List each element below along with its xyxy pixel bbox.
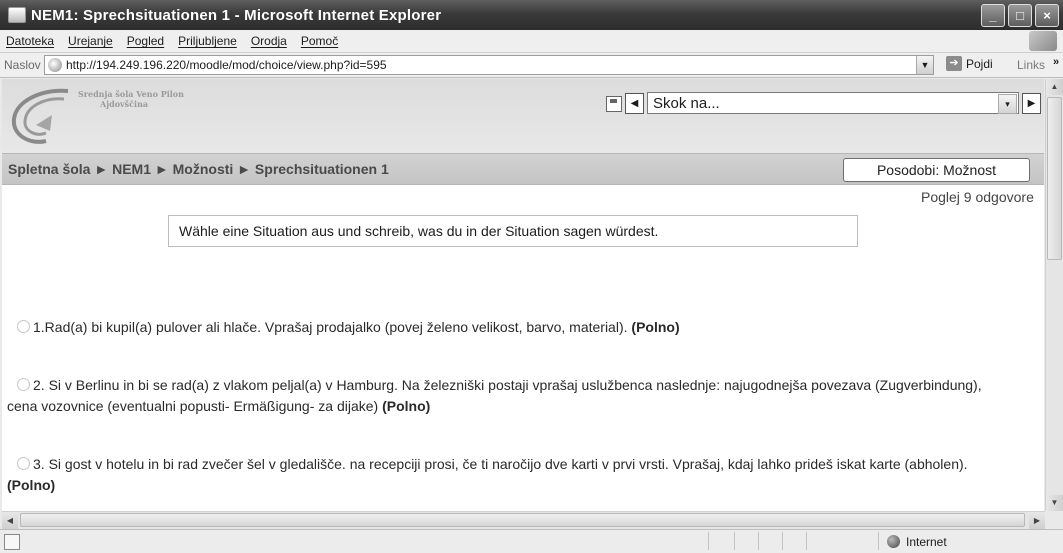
- choice-option: 3. Si gost v hotelu in bi rad zvečer šel…: [7, 454, 1007, 496]
- option-status: (Polno): [631, 319, 680, 335]
- chevron-down-icon[interactable]: ▾: [998, 94, 1017, 114]
- scroll-left-icon[interactable]: ◀: [2, 512, 18, 529]
- links-toolbar[interactable]: Links: [1017, 58, 1045, 72]
- vertical-scroll-thumb[interactable]: [1047, 97, 1062, 260]
- status-bar: Internet: [0, 529, 1063, 553]
- breadcrumb[interactable]: Spletna šola ► NEM1 ► Možnosti ► Sprechs…: [8, 161, 389, 177]
- menu-help[interactable]: Pomoč: [301, 34, 338, 48]
- window-title: NEM1: Sprechsituationen 1 - Microsoft In…: [31, 6, 442, 24]
- menu-edit[interactable]: Urejanje: [68, 34, 113, 48]
- close-button[interactable]: ×: [1035, 4, 1059, 27]
- window-controls: _ □ ×: [981, 4, 1059, 27]
- address-input[interactable]: http://194.249.196.220/moodle/mod/choice…: [44, 55, 934, 75]
- option-text: 3. Si gost v hotelu in bi rad zvečer šel…: [33, 456, 968, 472]
- jump-select-value: Skok na...: [653, 95, 720, 112]
- next-activity-button[interactable]: ▶: [1022, 93, 1041, 114]
- option-radio[interactable]: [17, 457, 30, 470]
- menu-view[interactable]: Pogled: [127, 34, 164, 48]
- ie-app-icon: [8, 7, 26, 23]
- choice-question: Wähle eine Situation aus und schreib, wa…: [168, 215, 858, 247]
- choice-option: 2. Si v Berlinu in bi se rad(a) z vlakom…: [7, 375, 1007, 417]
- option-radio[interactable]: [17, 378, 30, 391]
- school-logo[interactable]: Srednja šola Veno Pilon Ajdovščina: [6, 85, 184, 147]
- go-label: Pojdi: [966, 56, 993, 71]
- address-label: Naslov: [4, 58, 41, 72]
- logo-line-2: Ajdovščina: [100, 99, 149, 109]
- choice-option: 1.Rad(a) bi kupil(a) pulover ali hlače. …: [7, 317, 1007, 338]
- menu-tools[interactable]: Orodja: [251, 34, 287, 48]
- vertical-scrollbar[interactable]: ▲ ▼: [1045, 79, 1063, 511]
- menu-file[interactable]: Datoteka: [6, 34, 54, 48]
- option-text: 2. Si v Berlinu in bi se rad(a) z vlakom…: [7, 377, 982, 414]
- address-url[interactable]: http://194.249.196.220/moodle/mod/choice…: [66, 58, 387, 72]
- window-title-bar: NEM1: Sprechsituationen 1 - Microsoft In…: [0, 0, 1063, 30]
- address-dropdown-icon[interactable]: ▼: [916, 56, 933, 74]
- menu-bar: Datoteka Urejanje Pogled Priljubljene Or…: [0, 30, 1063, 53]
- school-logo-icon: [11, 88, 69, 144]
- update-choice-button[interactable]: Posodobi: Možnost: [843, 158, 1030, 182]
- jump-to-select[interactable]: Skok na... ▾: [647, 92, 1019, 114]
- security-zone-label: Internet: [906, 535, 947, 549]
- save-icon[interactable]: [606, 96, 622, 112]
- school-logo-text: Srednja šola Veno Pilon Ajdovščina: [78, 89, 218, 109]
- scroll-down-icon[interactable]: ▼: [1046, 495, 1063, 511]
- internet-zone-icon: [887, 535, 900, 548]
- page-content: Srednja šola Veno Pilon Ajdovščina ◀ Sko…: [2, 79, 1044, 511]
- option-radio[interactable]: [17, 320, 30, 333]
- maximize-button[interactable]: □: [1008, 4, 1032, 27]
- option-status: (Polno): [382, 398, 431, 414]
- site-header: Srednja šola Veno Pilon Ajdovščina ◀ Sko…: [2, 79, 1044, 185]
- header-top: Srednja šola Veno Pilon Ajdovščina ◀ Sko…: [2, 79, 1044, 153]
- page-status-icon: [4, 534, 20, 550]
- links-chevron-icon[interactable]: »: [1053, 56, 1059, 68]
- menu-favorites[interactable]: Priljubljene: [178, 34, 237, 48]
- minimize-button[interactable]: _: [981, 4, 1005, 27]
- prev-activity-button[interactable]: ◀: [625, 93, 644, 114]
- option-text: 1.Rad(a) bi kupil(a) pulover ali hlače. …: [33, 319, 628, 335]
- windows-logo-icon: [1029, 31, 1057, 51]
- navigation-bar: Spletna šola ► NEM1 ► Možnosti ► Sprechs…: [2, 153, 1044, 185]
- view-responses-link[interactable]: Poglej 9 odgovore: [921, 189, 1034, 205]
- go-arrow-icon: ➔: [946, 56, 962, 71]
- option-status: (Polno): [7, 477, 56, 493]
- scroll-up-icon[interactable]: ▲: [1046, 79, 1063, 95]
- page-icon: [48, 58, 62, 72]
- logo-line-1: Srednja šola Veno Pilon: [78, 89, 184, 99]
- scroll-right-icon[interactable]: ▶: [1029, 512, 1045, 529]
- horizontal-scrollbar[interactable]: ◀ ▶: [2, 511, 1045, 529]
- go-button[interactable]: ➔ Pojdi: [946, 56, 993, 71]
- address-bar: Naslov http://194.249.196.220/moodle/mod…: [0, 53, 1063, 78]
- horizontal-scroll-thumb[interactable]: [20, 513, 1025, 527]
